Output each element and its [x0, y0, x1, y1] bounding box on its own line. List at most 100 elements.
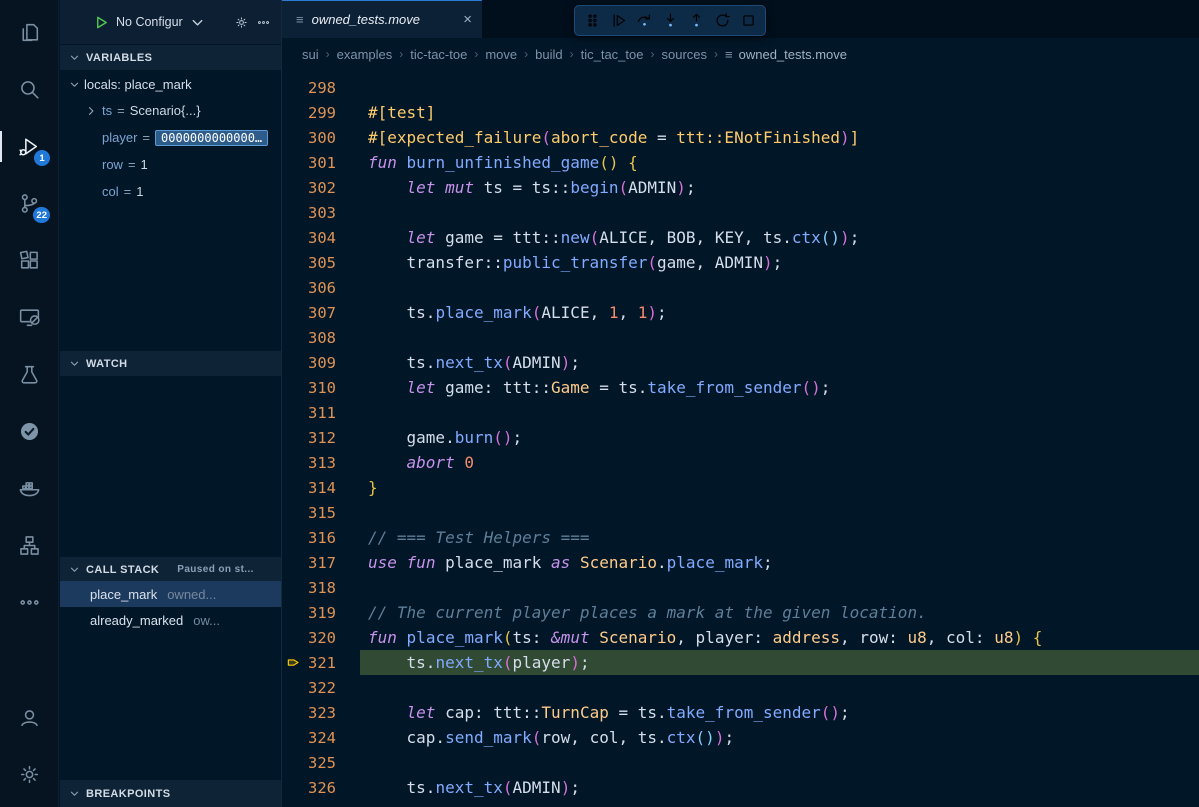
line-number[interactable]: 306	[282, 279, 336, 297]
line-number[interactable]: 312	[282, 429, 336, 447]
line-number[interactable]: 324	[282, 729, 336, 747]
code-line[interactable]: 318	[282, 575, 1199, 600]
activity-item-docker[interactable]	[0, 460, 58, 517]
code-line[interactable]: 319// The current player places a mark a…	[282, 600, 1199, 625]
variable-value[interactable]: 0000000000000…	[155, 130, 268, 146]
line-number[interactable]: 303	[282, 204, 336, 222]
line-number[interactable]: 320	[282, 629, 336, 647]
activity-item-remote-explorer[interactable]	[0, 289, 58, 346]
code-line[interactable]: 306	[282, 275, 1199, 300]
call-stack-frame[interactable]: place_markowned...	[60, 581, 281, 607]
code-line[interactable]: 310 let game: ttt::Game = ts.take_from_s…	[282, 375, 1199, 400]
code-line[interactable]: 299#[test]	[282, 100, 1199, 125]
code-line[interactable]: 304 let game = ttt::new(ALICE, BOB, KEY,…	[282, 225, 1199, 250]
line-number[interactable]: 302	[282, 179, 336, 197]
line-number[interactable]: 313	[282, 454, 336, 472]
breadcrumb-item[interactable]: examples	[337, 47, 393, 62]
breadcrumb-item[interactable]: tic-tac-toe	[410, 47, 467, 62]
code-editor[interactable]: 298 299#[test]300#[expected_failure(abort…	[282, 70, 1199, 807]
line-number[interactable]: 301	[282, 154, 336, 172]
line-number[interactable]: 325	[282, 754, 336, 772]
code-line[interactable]: 301fun burn_unfinished_game() {	[282, 150, 1199, 175]
variables-scope-row[interactable]: locals: place_mark	[60, 71, 281, 97]
line-number[interactable]: 311	[282, 404, 336, 422]
line-number[interactable]: 308	[282, 329, 336, 347]
breadcrumb-item[interactable]: sui	[302, 47, 319, 62]
code-line[interactable]: 305 transfer::public_transfer(game, ADMI…	[282, 250, 1199, 275]
variable-row[interactable]: ts=Scenario{...}	[60, 97, 281, 124]
line-number[interactable]: 317	[282, 554, 336, 572]
activity-item-explorer[interactable]	[0, 4, 58, 61]
breadcrumb-item[interactable]: build	[535, 47, 562, 62]
debug-step-over-button[interactable]	[632, 9, 656, 33]
code-line[interactable]: 311	[282, 400, 1199, 425]
line-number[interactable]: 316	[282, 529, 336, 547]
activity-item-checks[interactable]	[0, 403, 58, 460]
line-number[interactable]: 322	[282, 679, 336, 697]
line-number[interactable]: 323	[282, 704, 336, 722]
variable-row[interactable]: row=1	[60, 151, 281, 178]
breadcrumb-file[interactable]: ≡owned_tests.move	[725, 47, 847, 62]
code-line[interactable]: 325	[282, 750, 1199, 775]
debug-step-into-button[interactable]	[658, 9, 682, 33]
line-number[interactable]: 309	[282, 354, 336, 372]
debug-config-dropdown[interactable]: No Configur	[116, 15, 183, 29]
code-line[interactable]: 307 ts.place_mark(ALICE, 1, 1);	[282, 300, 1199, 325]
debug-restart-button[interactable]	[710, 9, 734, 33]
activity-item-more[interactable]	[0, 574, 58, 631]
code-line[interactable]: 303	[282, 200, 1199, 225]
watch-section-header[interactable]: WATCH	[60, 351, 281, 376]
line-number[interactable]: 298	[282, 79, 336, 97]
code-line[interactable]: 316// === Test Helpers ===	[282, 525, 1199, 550]
activity-item-accounts[interactable]	[0, 689, 58, 746]
line-number[interactable]: 315	[282, 504, 336, 522]
code-line[interactable]: 302 let mut ts = ts::begin(ADMIN);	[282, 175, 1199, 200]
activity-item-source-control[interactable]: 22	[0, 175, 58, 232]
chevron-down-icon[interactable]	[190, 15, 205, 30]
debug-step-out-button[interactable]	[684, 9, 708, 33]
more-actions-icon[interactable]	[256, 15, 271, 30]
code-line[interactable]: 313 abort 0	[282, 450, 1199, 475]
line-number[interactable]: 305	[282, 254, 336, 272]
activity-item-extensions[interactable]	[0, 232, 58, 289]
activity-item-run-debug[interactable]: 1	[0, 118, 58, 175]
chevron-right-icon[interactable]	[85, 105, 97, 117]
code-line[interactable]: 322	[282, 675, 1199, 700]
tab-owned-tests-move[interactable]: ≡ owned_tests.move ×	[282, 0, 482, 38]
debug-stop-button[interactable]	[736, 9, 760, 33]
line-number[interactable]: 299	[282, 104, 336, 122]
code-line[interactable]: 312 game.burn();	[282, 425, 1199, 450]
code-line[interactable]: 314}	[282, 475, 1199, 500]
code-line[interactable]: 321 ts.next_tx(player);	[282, 650, 1199, 675]
line-number[interactable]: 310	[282, 379, 336, 397]
breadcrumb-item[interactable]: move	[485, 47, 517, 62]
call-stack-frame[interactable]: already_markedow...	[60, 607, 281, 633]
variable-row[interactable]: col=1	[60, 178, 281, 205]
start-debugging-icon[interactable]	[94, 15, 109, 30]
code-line[interactable]: 308	[282, 325, 1199, 350]
breadcrumb-item[interactable]: sources	[661, 47, 707, 62]
line-number[interactable]: 300	[282, 129, 336, 147]
code-line[interactable]: 309 ts.next_tx(ADMIN);	[282, 350, 1199, 375]
line-number[interactable]: 307	[282, 304, 336, 322]
code-line[interactable]: 320fun place_mark(ts: &mut Scenario, pla…	[282, 625, 1199, 650]
line-number[interactable]: 314	[282, 479, 336, 497]
line-number[interactable]: 326	[282, 779, 336, 797]
activity-item-testing[interactable]	[0, 346, 58, 403]
breadcrumb-item[interactable]: tic_tac_toe	[581, 47, 644, 62]
code-line[interactable]: 300#[expected_failure(abort_code = ttt::…	[282, 125, 1199, 150]
code-line[interactable]: 323 let cap: ttt::TurnCap = ts.take_from…	[282, 700, 1199, 725]
debug-settings-gear-icon[interactable]	[234, 15, 249, 30]
code-line[interactable]: 317use fun place_mark as Scenario.place_…	[282, 550, 1199, 575]
debug-continue-button[interactable]	[606, 9, 630, 33]
call-stack-section-header[interactable]: CALL STACK Paused on st...	[60, 557, 281, 582]
code-line[interactable]: 315	[282, 500, 1199, 525]
activity-item-search[interactable]	[0, 61, 58, 118]
line-number[interactable]: 318	[282, 579, 336, 597]
code-line[interactable]: 298	[282, 75, 1199, 100]
activity-item-hierarchy[interactable]	[0, 517, 58, 574]
line-number[interactable]: 304	[282, 229, 336, 247]
line-number[interactable]: 319	[282, 604, 336, 622]
variables-section-header[interactable]: VARIABLES	[60, 45, 281, 70]
variable-row[interactable]: player=0000000000000…	[60, 124, 281, 151]
